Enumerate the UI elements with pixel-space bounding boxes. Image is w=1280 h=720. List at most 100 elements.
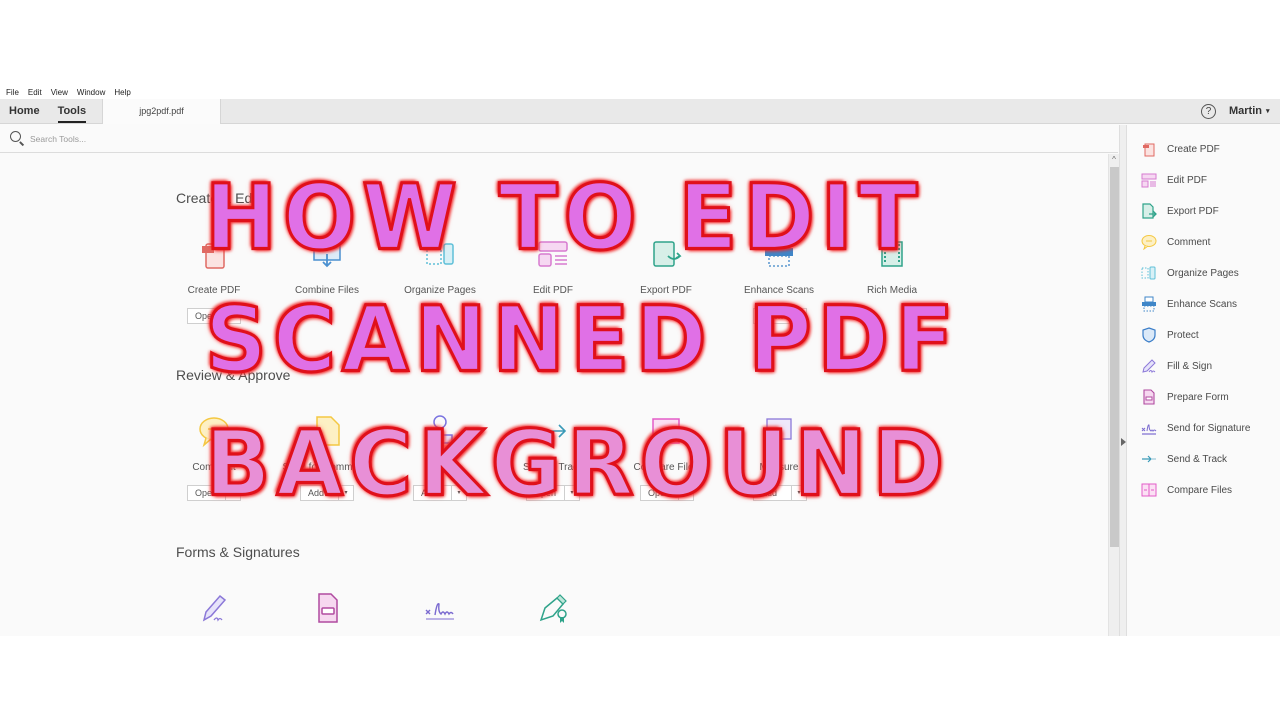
measure-add-button[interactable]: Add ▾ — [753, 485, 807, 501]
dropdown-icon[interactable]: ▾ — [564, 486, 579, 500]
tool-enhance-scans[interactable]: Enhance Scans — [724, 236, 834, 296]
export-pdf-icon — [648, 236, 684, 272]
tool-certificates[interactable] — [498, 590, 608, 626]
panel-item-fill-sign[interactable]: Fill & Sign — [1141, 356, 1212, 376]
tool-comment[interactable]: Comment — [159, 413, 269, 473]
tool-rich-media[interactable]: Rich Media — [837, 236, 947, 296]
section-title-forms-signatures: Forms & Signatures — [176, 544, 300, 560]
create-pdf-open-button[interactable]: Open ▾ — [187, 308, 241, 324]
send-comments-add-button[interactable]: Add ▾ — [300, 485, 354, 501]
export-pdf-icon — [1141, 203, 1157, 219]
compare-files-icon — [1141, 482, 1157, 498]
dropdown-icon[interactable]: ▾ — [678, 486, 693, 500]
collapse-arrow-icon[interactable] — [1121, 438, 1126, 446]
tool-create-pdf[interactable]: Create PDF — [159, 236, 269, 296]
vertical-scrollbar[interactable]: ^ — [1108, 154, 1119, 636]
compare-files-icon — [648, 413, 684, 449]
menu-view[interactable]: View — [51, 88, 68, 97]
stamp-icon — [422, 413, 458, 449]
compare-files-open-button[interactable]: Open ▾ — [640, 485, 694, 501]
dropdown-icon[interactable]: ▾ — [451, 486, 466, 500]
tool-send-comments[interactable]: Send for Comments — [272, 413, 382, 473]
prepare-form-icon — [1141, 389, 1157, 405]
tool-fill-sign[interactable] — [159, 590, 269, 626]
tool-stamp[interactable]: Stamp — [385, 413, 495, 473]
panel-item-enhance-scans[interactable]: Enhance Scans — [1141, 294, 1237, 314]
menu-help[interactable]: Help — [114, 88, 130, 97]
tool-label: Enhance Scans — [743, 285, 815, 296]
panel-item-comment[interactable]: Comment — [1141, 232, 1210, 252]
edit-pdf-icon — [1141, 172, 1157, 188]
tool-label: Combine Files — [295, 285, 359, 296]
certificates-icon — [535, 590, 571, 626]
panel-collapse-strip[interactable] — [1119, 125, 1127, 636]
tool-measure[interactable]: Measure — [724, 413, 834, 473]
search-tools-input[interactable] — [30, 131, 330, 147]
create-pdf-icon — [1141, 141, 1157, 157]
chevron-down-icon: ▾ — [1266, 108, 1270, 115]
scroll-up-icon[interactable]: ^ — [1109, 154, 1119, 164]
tool-compare-files[interactable]: Compare Files — [611, 413, 721, 473]
tool-label: Compare Files — [633, 462, 699, 473]
tab-bar: Home Tools jpg2pdf.pdf ? Martin ▾ — [0, 99, 1280, 124]
dropdown-icon[interactable]: ▾ — [225, 486, 240, 500]
panel-item-send-track[interactable]: Send & Track — [1141, 449, 1227, 469]
edit-pdf-icon — [535, 236, 571, 272]
search-icon — [10, 131, 21, 142]
dropdown-icon[interactable]: ▾ — [338, 486, 353, 500]
tool-prepare-form[interactable] — [272, 590, 382, 626]
tab-tools[interactable]: Tools — [49, 99, 96, 124]
tool-label: Create PDF — [187, 285, 241, 296]
fill-sign-icon — [1141, 358, 1157, 374]
dropdown-icon[interactable]: ▾ — [225, 309, 240, 323]
panel-item-protect[interactable]: Protect — [1141, 325, 1199, 345]
send-track-icon — [1141, 451, 1157, 467]
rich-media-icon — [874, 236, 910, 272]
tool-label: Rich Media — [866, 285, 918, 296]
panel-item-compare-files[interactable]: Compare Files — [1141, 480, 1232, 500]
enhance-scans-icon — [761, 236, 797, 272]
enhance-scans-open-button[interactable]: Open ▾ — [753, 308, 807, 324]
tool-edit-pdf[interactable]: Edit PDF — [498, 236, 608, 296]
section-title-create-edit: Create & Edit — [176, 190, 260, 206]
dropdown-icon[interactable]: ▾ — [791, 486, 806, 500]
panel-item-organize-pages[interactable]: Organize Pages — [1141, 263, 1239, 283]
send-track-open-button[interactable]: Open ▾ — [526, 485, 580, 501]
tool-organize-pages[interactable]: Organize Pages — [385, 236, 495, 296]
organize-pages-icon — [1141, 265, 1157, 281]
tab-home[interactable]: Home — [0, 99, 49, 124]
panel-item-send-for-signature[interactable]: Send for Signature — [1141, 418, 1250, 438]
tab-document[interactable]: jpg2pdf.pdf — [102, 99, 221, 124]
tool-label: Edit PDF — [532, 285, 573, 296]
tool-send-signature[interactable] — [385, 590, 495, 626]
menu-file[interactable]: File — [6, 88, 19, 97]
menu-edit[interactable]: Edit — [28, 88, 42, 97]
tool-send-track[interactable]: Send & Track — [498, 413, 608, 473]
enhance-scans-icon — [1141, 296, 1157, 312]
panel-item-edit-pdf[interactable]: Edit PDF — [1141, 170, 1207, 190]
panel-item-create-pdf[interactable]: Create PDF — [1141, 139, 1220, 159]
comment-open-button[interactable]: Open ▾ — [187, 485, 241, 501]
measure-icon — [761, 413, 797, 449]
tool-combine-files[interactable]: Combine Files — [272, 236, 382, 296]
right-tools-panel: Create PDF Edit PDF Export PDF Comment O… — [1127, 125, 1280, 636]
menu-window[interactable]: Window — [77, 88, 105, 97]
tools-center: Create & Edit Create PDF Combine Files O… — [0, 154, 1108, 636]
comment-icon — [196, 413, 232, 449]
panel-item-export-pdf[interactable]: Export PDF — [1141, 201, 1219, 221]
tool-export-pdf[interactable]: Export PDF — [611, 236, 721, 296]
send-track-icon — [535, 413, 571, 449]
send-comments-icon — [309, 413, 345, 449]
tool-label: Send for Comments — [282, 462, 372, 473]
combine-files-icon — [309, 236, 345, 272]
menu-bar: File Edit View Window Help — [0, 86, 1280, 99]
search-bar — [0, 125, 1118, 153]
help-icon[interactable]: ? — [1201, 104, 1216, 119]
panel-item-prepare-form[interactable]: Prepare Form — [1141, 387, 1229, 407]
user-menu[interactable]: Martin ▾ — [1229, 99, 1270, 124]
dropdown-icon[interactable]: ▾ — [791, 309, 806, 323]
scroll-thumb[interactable] — [1110, 167, 1119, 547]
stamp-add-button[interactable]: Add ▾ — [413, 485, 467, 501]
tool-label: Measure — [759, 462, 799, 473]
fill-sign-icon — [196, 590, 232, 626]
